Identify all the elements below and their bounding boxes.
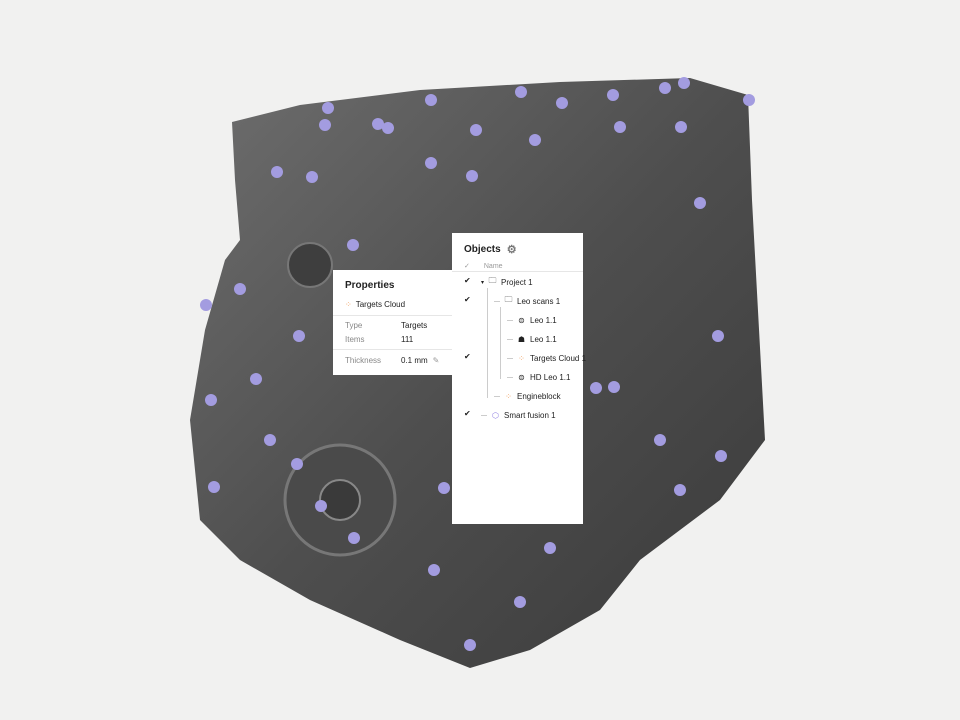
scan-texture-icon: ☗ (517, 334, 526, 344)
target-dot (544, 542, 556, 554)
target-dot (347, 239, 359, 251)
fusion-cube-icon: ⬡ (492, 410, 499, 420)
target-dot (205, 394, 217, 406)
tree-item-label: Engineblock (517, 391, 561, 401)
target-dot (743, 94, 755, 106)
target-dot (694, 197, 706, 209)
tree-item-label: Leo scans 1 (517, 296, 561, 306)
target-dot (607, 89, 619, 101)
target-dot (322, 102, 334, 114)
tree-item[interactable]: ⁘ Targets Cloud 1 (507, 352, 586, 364)
target-dot (234, 283, 246, 295)
tree-item-label: Project 1 (501, 277, 533, 287)
target-dot (515, 86, 527, 98)
tree-item[interactable]: ⊜ Leo 1.1 (507, 314, 557, 326)
target-dot (306, 171, 318, 183)
targets-cloud-icon: ⁘ (518, 353, 525, 363)
target-dot (712, 330, 724, 342)
selected-object-name: Targets Cloud (355, 300, 406, 309)
folder-icon: 🗀 (504, 295, 513, 304)
tree-item[interactable]: ⬡ Smart fusion 1 (481, 409, 556, 421)
property-thickness: Thickness 0.1 mm ✎ (345, 356, 440, 365)
target-dot (425, 94, 437, 106)
visibility-column-header[interactable]: ✓ (464, 263, 470, 270)
target-dot (293, 330, 305, 342)
target-dot (208, 481, 220, 493)
target-dot (315, 500, 327, 512)
target-dot (529, 134, 541, 146)
target-dot (659, 82, 671, 94)
caret-down-icon[interactable]: ▾ (481, 279, 484, 286)
visibility-checkmark[interactable]: ✔ (464, 409, 471, 418)
target-dot (675, 121, 687, 133)
target-dot (250, 373, 262, 385)
tree-item-label: Leo 1.1 (530, 334, 557, 344)
visibility-checkmark[interactable]: ✔ (464, 352, 471, 361)
tree-item-label: Leo 1.1 (530, 315, 557, 325)
thickness-value[interactable]: 0.1 mm (401, 356, 428, 365)
target-dot (264, 434, 276, 446)
target-dot (425, 157, 437, 169)
tree-item-label: HD Leo 1.1 (530, 372, 571, 382)
target-dot (654, 434, 666, 446)
tree-item[interactable]: 🗀 Leo scans 1 (494, 295, 560, 307)
target-dot (556, 97, 568, 109)
property-type: Type Targets (345, 321, 428, 330)
target-dot (470, 124, 482, 136)
tree-item[interactable]: ⁘ Engineblock (494, 390, 561, 402)
target-dot (271, 166, 283, 178)
target-dot (514, 596, 526, 608)
target-dot (715, 450, 727, 462)
targets-cloud-icon: ⁘ (345, 300, 352, 309)
tree-item[interactable]: ⊜ HD Leo 1.1 (507, 371, 570, 383)
objects-panel: Objects ⚙ ✓ Name ✔ ▾ 🗀 Project 1 ✔ 🗀 Leo scans 1… (452, 233, 586, 524)
properties-panel: Properties ⁘ Targets Cloud Type Targets It… (333, 270, 453, 375)
targets-cloud-icon: ⁘ (505, 391, 512, 401)
scan-icon: ⊜ (518, 315, 525, 325)
target-dot (678, 77, 690, 89)
tree-item-label: Targets Cloud 1 (530, 353, 587, 363)
target-dot (438, 482, 450, 494)
target-dot (428, 564, 440, 576)
property-items: Items 111 (345, 335, 414, 344)
target-dot (348, 532, 360, 544)
target-dot (291, 458, 303, 470)
tree-item[interactable]: ☗ Leo 1.1 (507, 333, 557, 345)
folder-icon: 🗀 (488, 276, 497, 285)
target-dot (614, 121, 626, 133)
objects-title: Objects (464, 244, 501, 255)
target-dot (608, 381, 620, 393)
visibility-checkmark[interactable]: ✔ (464, 295, 471, 304)
target-dot (466, 170, 478, 182)
gear-icon[interactable]: ⚙ (507, 243, 517, 256)
target-dot (674, 484, 686, 496)
tree-item[interactable]: ▾ 🗀 Project 1 (481, 276, 533, 288)
target-dot (590, 382, 602, 394)
target-dot (464, 639, 476, 651)
name-column-header[interactable]: Name (484, 263, 503, 270)
properties-title: Properties (345, 280, 395, 291)
tree-item-label: Smart fusion 1 (504, 410, 556, 420)
target-dot (200, 299, 212, 311)
target-dot (319, 119, 331, 131)
scan-icon: ⊜ (518, 372, 525, 382)
visibility-checkmark[interactable]: ✔ (464, 276, 471, 285)
edit-pencil-icon[interactable]: ✎ (433, 356, 440, 365)
target-dot (372, 118, 384, 130)
